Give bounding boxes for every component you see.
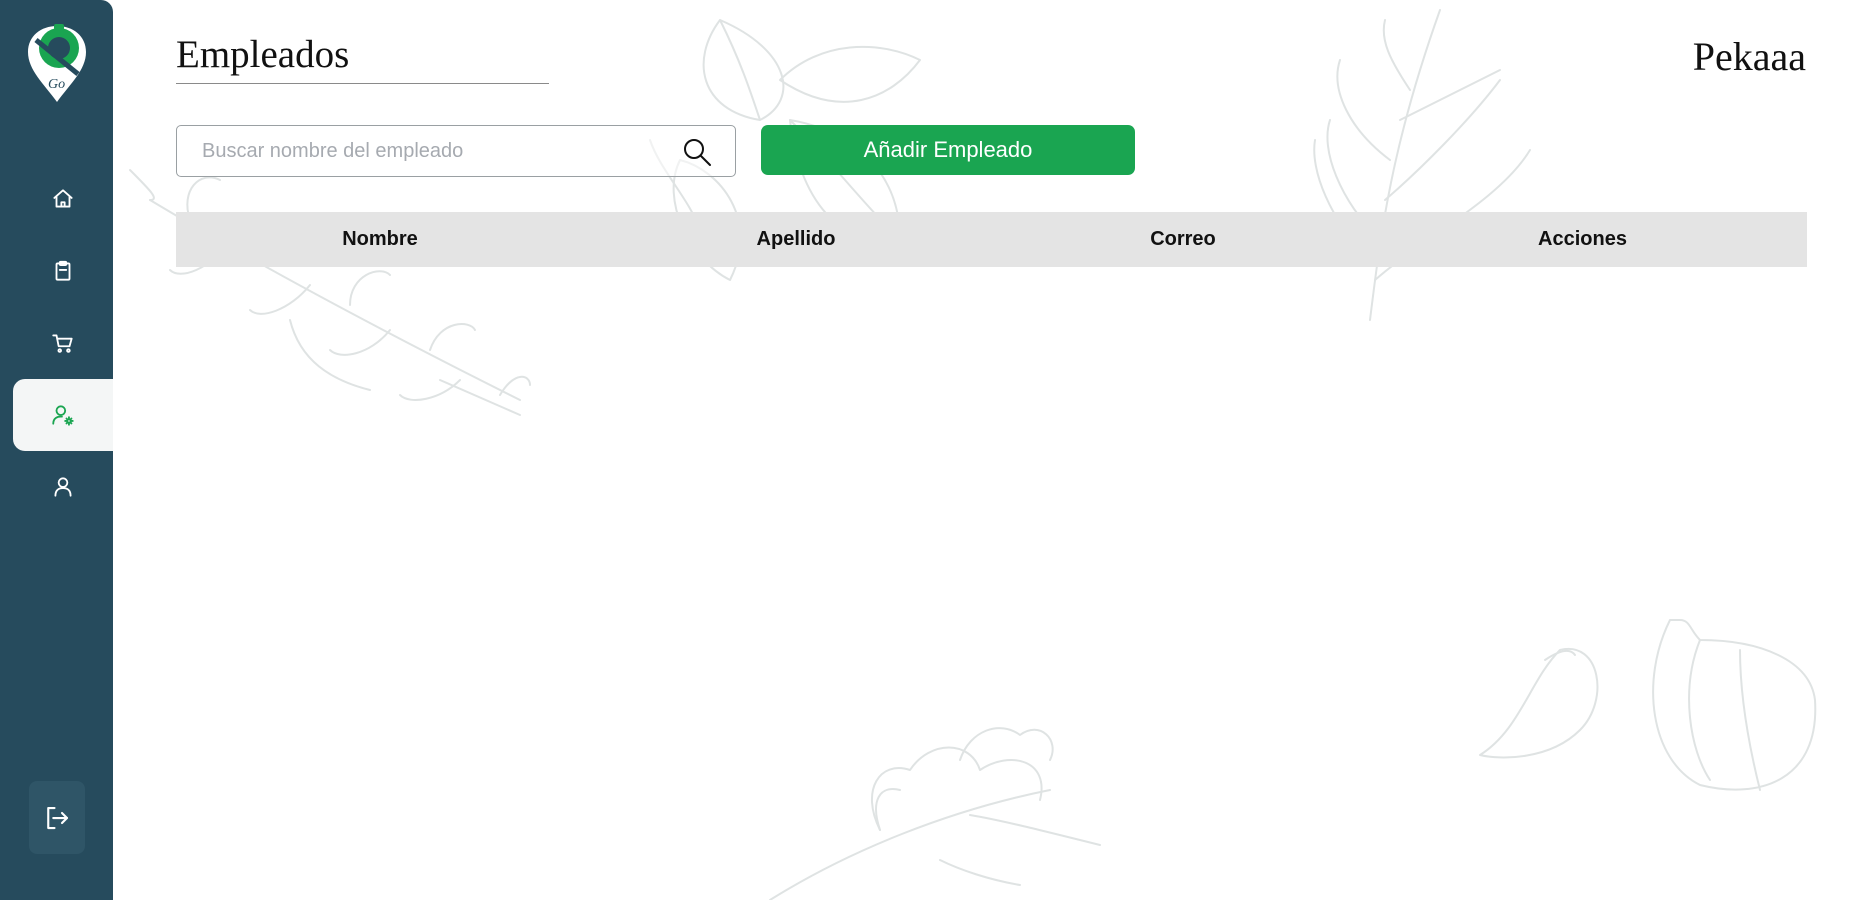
clipboard-icon (55, 260, 71, 281)
column-header-nombre: Nombre (342, 228, 418, 250)
employees-table-header: Nombre Apellido Correo Acciones (176, 212, 1807, 267)
search-icon[interactable] (681, 136, 713, 168)
home-icon (53, 189, 73, 208)
cart-icon (52, 334, 73, 353)
garlic-sketch (1479, 619, 1817, 791)
sidebar-item-orders[interactable] (13, 235, 113, 307)
search-box (176, 125, 736, 177)
logo-pin-icon: Go (28, 24, 86, 102)
column-header-apellido: Apellido (756, 228, 836, 250)
parsley-sketch (769, 727, 1101, 900)
svg-text:Go: Go (48, 77, 65, 92)
sidebar-item-cart[interactable] (13, 307, 113, 379)
column-header-correo: Correo (1150, 228, 1216, 250)
column-header-acciones: Acciones (1538, 228, 1627, 250)
user-gear-icon (52, 405, 74, 426)
sidebar-item-home[interactable] (13, 163, 113, 235)
sidebar-item-profile[interactable] (13, 451, 113, 523)
app-logo[interactable]: Go (24, 22, 90, 104)
sidebar-item-employees[interactable] (13, 379, 113, 451)
logout-button[interactable] (29, 781, 85, 854)
search-input[interactable] (177, 126, 667, 176)
user-name: Pekaaa (1692, 34, 1806, 79)
sidebar: Go (0, 0, 113, 900)
sprig-sketch (1313, 9, 1531, 321)
app-page: Go Empleados Pekaaa Buscar nombre del em… (0, 0, 1863, 900)
logout-icon (47, 806, 69, 829)
add-employee-button[interactable]: Añadir Empleado (761, 125, 1135, 175)
page-title: Empleados (176, 30, 549, 84)
herb-branch-sketch (129, 169, 531, 416)
user-icon (54, 477, 72, 497)
